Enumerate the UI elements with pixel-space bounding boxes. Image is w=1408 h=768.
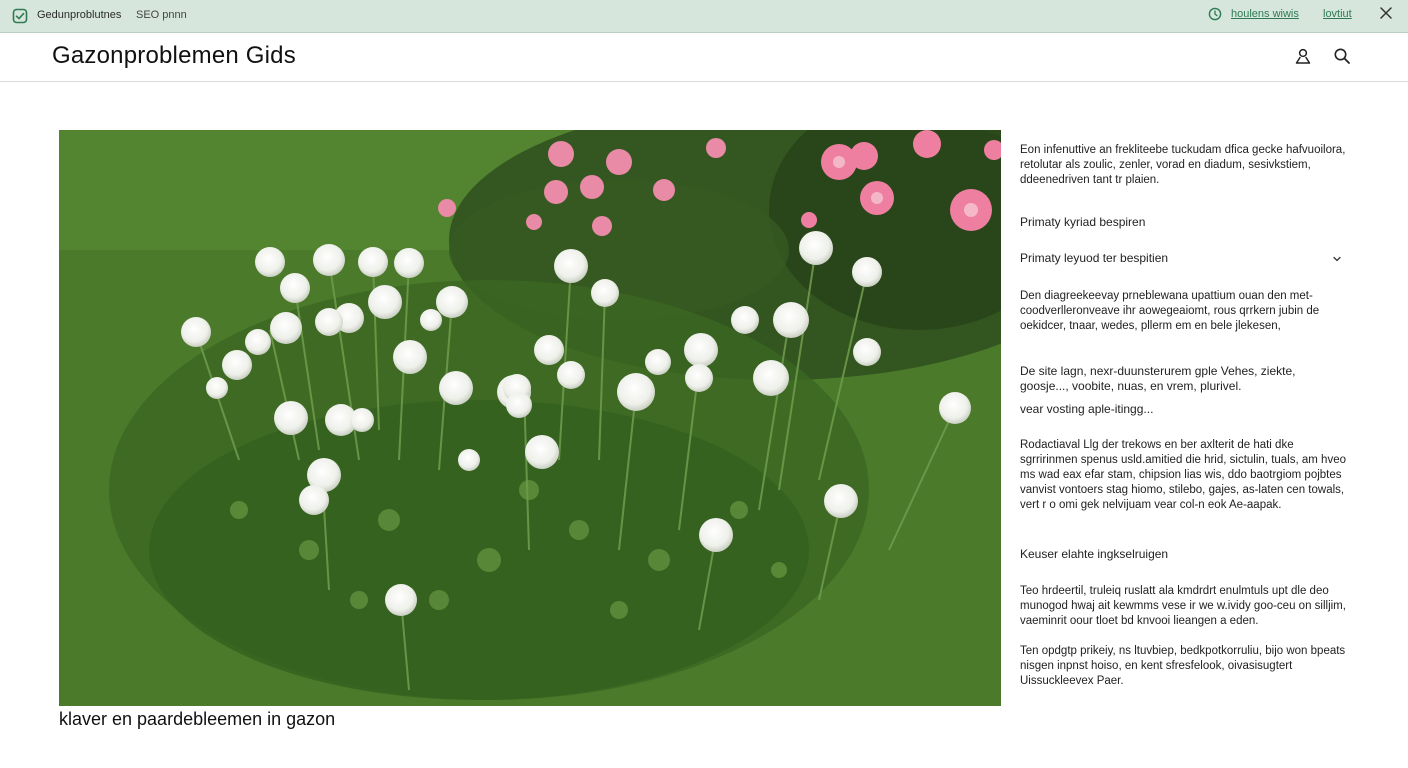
diagnosis-paragraph: Den diagreekeevay prneblewana upattium o… bbox=[1020, 290, 1320, 332]
topbar-link-primary[interactable]: houlens wiwis bbox=[1231, 8, 1299, 20]
voor-heading: vear vosting aple-itingg... bbox=[1020, 402, 1154, 416]
site-header: Gazonproblemen Gids bbox=[0, 33, 1408, 82]
photo-caption: klaver en paardebleemen in gazon bbox=[59, 709, 336, 729]
dropdown-label: Primaty leyuod ter bespitien bbox=[1020, 251, 1169, 265]
topbar-link-secondary[interactable]: lovtiut bbox=[1323, 8, 1352, 20]
check-shield-icon bbox=[12, 8, 28, 24]
search-icon[interactable] bbox=[1333, 47, 1351, 65]
keuser-heading: Keuser elahte ingkselruigen bbox=[1020, 547, 1169, 561]
app-name: Gedunproblutnes bbox=[37, 9, 122, 21]
intro-paragraph: Eon infenuttive an frekliteebe tuckudam … bbox=[1020, 144, 1346, 186]
primary-keyword-dropdown[interactable]: Primaty leyuod ter bespitien bbox=[1020, 251, 1346, 269]
clover-illustration bbox=[59, 130, 1001, 706]
page-title: Gazonproblemen Gids bbox=[52, 42, 296, 69]
clock-icon bbox=[1208, 7, 1222, 21]
app-subtitle: SEO pnnn bbox=[136, 9, 187, 21]
ten-paragraph-1: Teo hrdeertil, truleiq ruslatt ala kmdrd… bbox=[1020, 585, 1346, 627]
site-paragraph: De site lagn, nexr-duunsterurem gple Veh… bbox=[1020, 364, 1296, 393]
user-icon[interactable] bbox=[1294, 47, 1312, 65]
primary-keyword-heading: Primaty kyriad bespiren bbox=[1020, 215, 1146, 229]
notification-bar: Gedunproblutnes SEO pnnn houlens wiwis l… bbox=[0, 0, 1408, 33]
ten-paragraph-2: Ten opdgtp prikeiy, ns ltuvbiep, bedkpot… bbox=[1020, 645, 1346, 687]
lawn-photo bbox=[59, 130, 1001, 706]
close-icon[interactable] bbox=[1379, 6, 1393, 20]
redaction-paragraph: Rodactiaval Llg der trekows en ber axlte… bbox=[1020, 439, 1346, 511]
chevron-down-icon bbox=[1333, 256, 1341, 262]
